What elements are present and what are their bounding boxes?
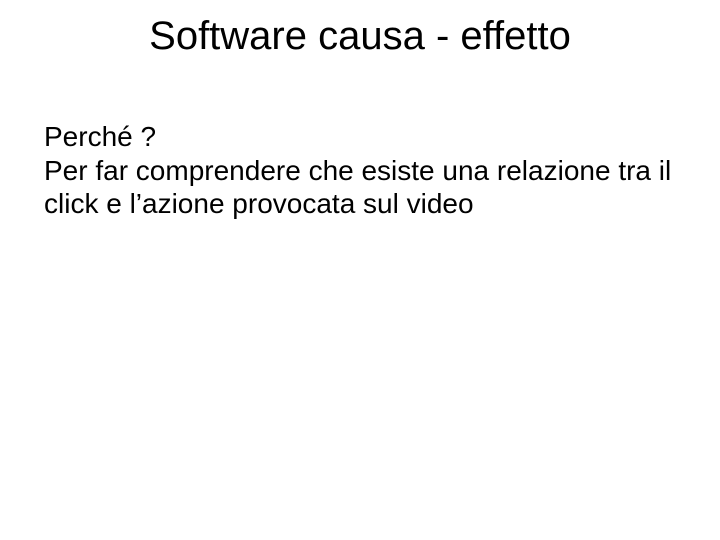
body-line-2: Per far comprendere che esiste una relaz… <box>44 154 676 221</box>
slide-body: Perché ? Per far comprendere che esiste … <box>44 120 676 221</box>
slide: Software causa - effetto Perché ? Per fa… <box>0 0 720 540</box>
slide-title: Software causa - effetto <box>0 14 720 59</box>
body-line-1: Perché ? <box>44 120 676 154</box>
